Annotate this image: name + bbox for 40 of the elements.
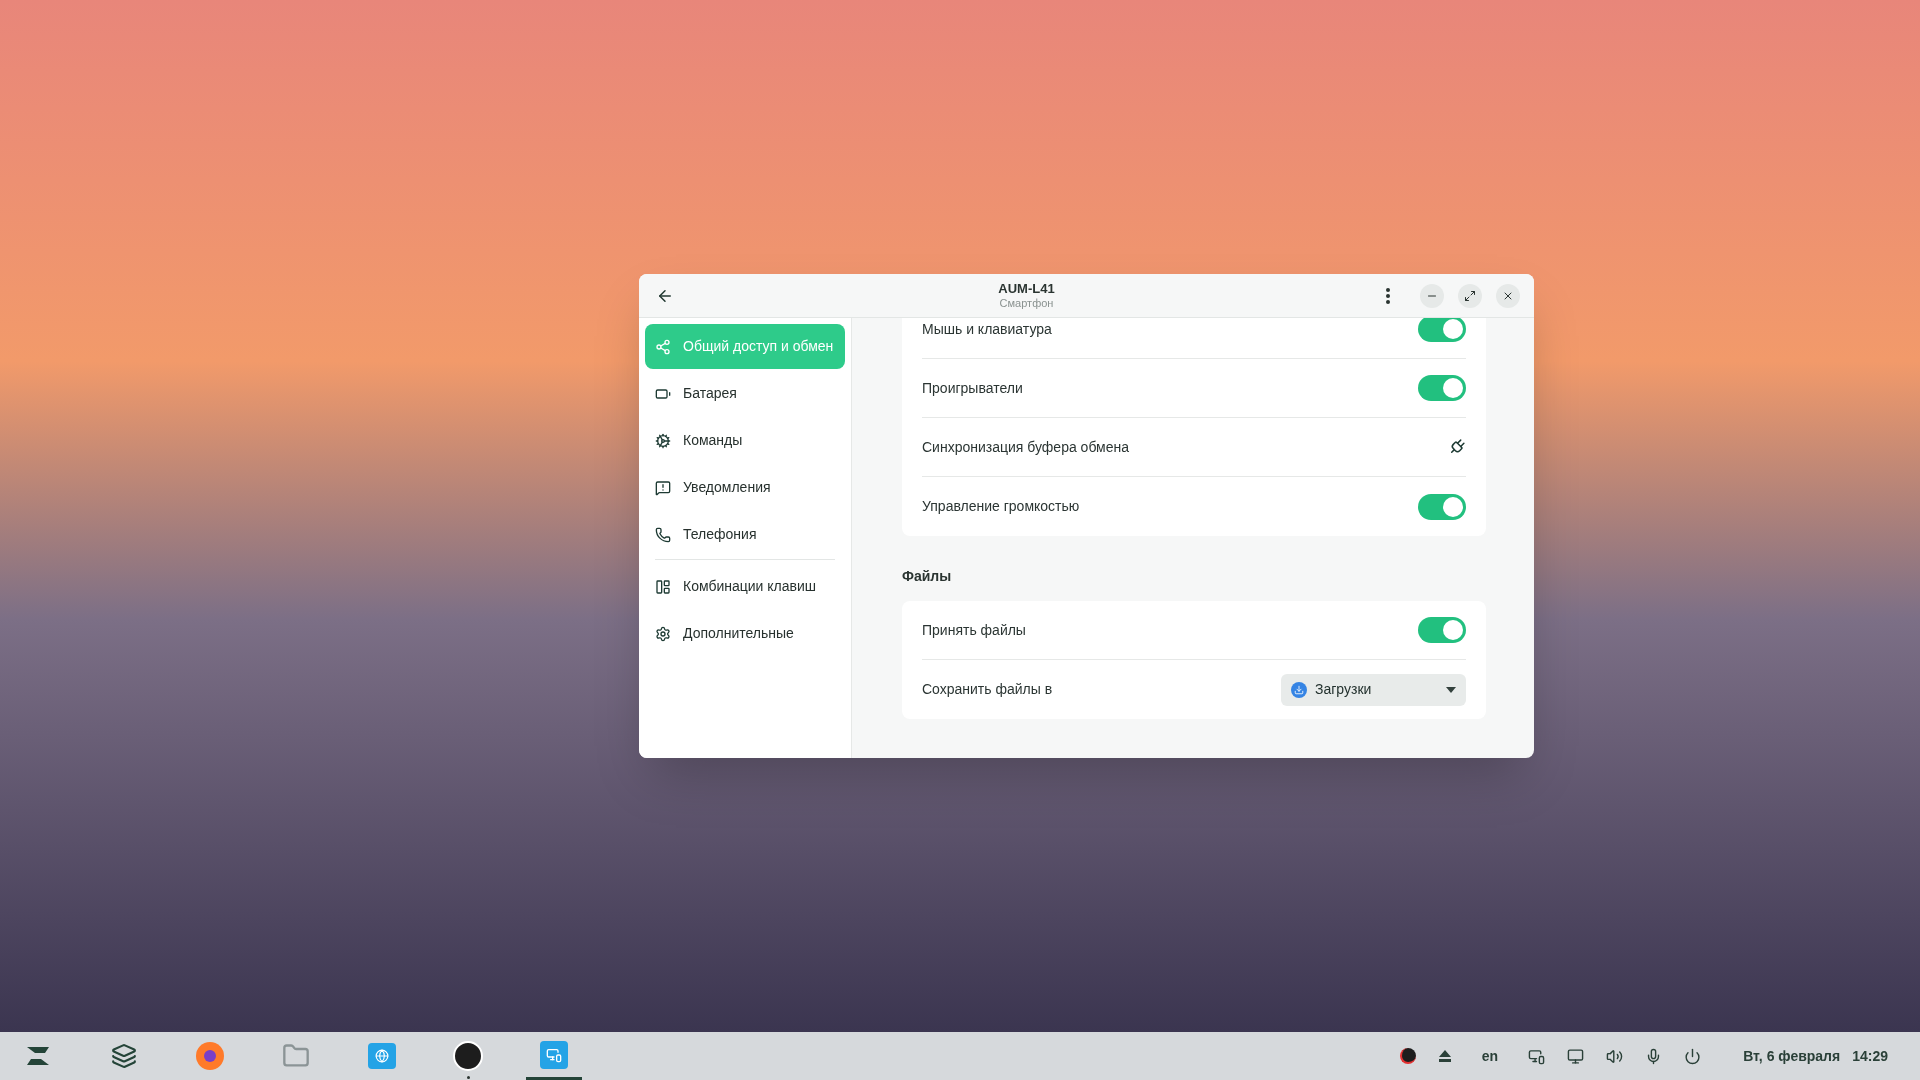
devices-tray-icon[interactable] [1528, 1047, 1546, 1065]
volume-icon[interactable] [1606, 1047, 1624, 1065]
sidebar-item[interactable]: Дополнительные [645, 611, 845, 656]
maximize-icon [1464, 289, 1476, 302]
maximize-button[interactable] [1458, 283, 1482, 308]
window-title: AUM-L41 [998, 280, 1055, 297]
caret-icon [1446, 686, 1456, 693]
sidebar-item[interactable]: Батарея [645, 371, 845, 416]
phone-icon [655, 526, 671, 543]
toggle-switch[interactable] [1418, 617, 1466, 643]
setting-label: Сохранить файлы в [922, 680, 1053, 699]
menu-icon [1386, 287, 1390, 304]
globe-icon [375, 1049, 389, 1063]
folder-dropdown[interactable]: Загрузки [1281, 673, 1466, 706]
monitor-phone-icon [546, 1046, 562, 1063]
setting-label: Синхронизация буфера обмена [922, 437, 1130, 457]
eject-icon[interactable] [1437, 1050, 1452, 1062]
setting-label: Управление громкостью [922, 497, 1080, 516]
settings-icon [655, 625, 671, 642]
window-subtitle: Смартфон [999, 296, 1054, 311]
section-heading: Файлы [902, 567, 953, 586]
sidebar-item[interactable]: Команды [645, 418, 845, 463]
toggle-switch[interactable] [1418, 493, 1466, 520]
setting-label: Мышь и клавиатура [922, 319, 1052, 339]
power-icon[interactable] [1684, 1047, 1702, 1065]
setting-label: Принять файлы [922, 620, 1026, 640]
layout-icon [655, 578, 671, 595]
toggle-switch[interactable] [1418, 318, 1466, 342]
language-indicator[interactable]: en [1481, 1045, 1499, 1067]
toggle-switch[interactable] [1418, 375, 1466, 401]
time-label[interactable]: 14:29 [1852, 1045, 1888, 1067]
sidebar-item[interactable]: Телефония [645, 512, 845, 557]
date-label[interactable]: Вт, 6 февраля [1743, 1045, 1841, 1067]
sidebar-item[interactable]: Комбинации клавиш [645, 564, 845, 609]
setting-label: Проигрыватели [922, 378, 1023, 398]
share-icon [655, 338, 671, 355]
sidebar-item[interactable]: Уведомления [645, 465, 845, 510]
minimize-button[interactable] [1420, 283, 1444, 308]
notification-icon [655, 479, 671, 496]
display-icon[interactable] [1567, 1047, 1585, 1065]
